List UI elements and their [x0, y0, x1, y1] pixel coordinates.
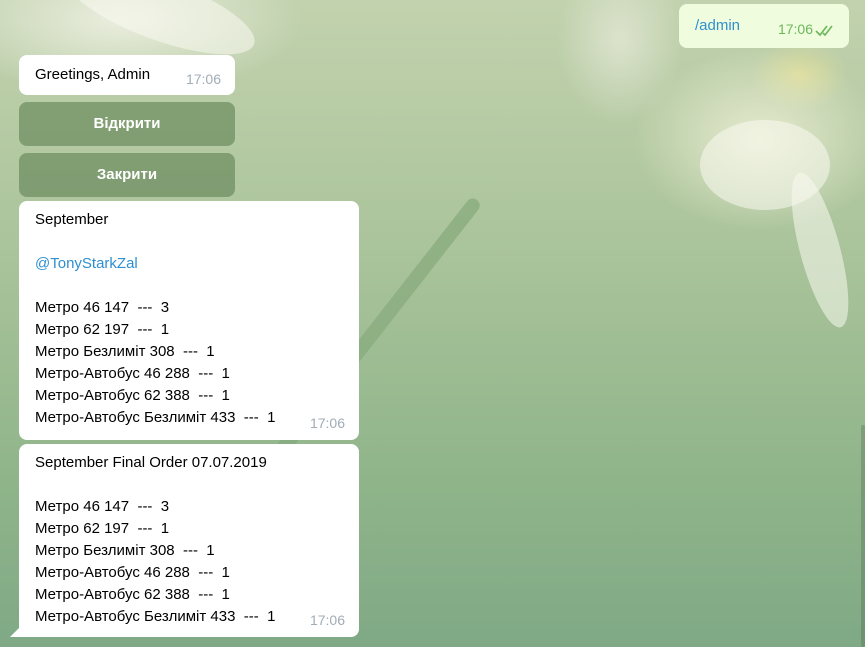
final-order-line: Метро-Автобус Безлиміт 433 --- 1 [35, 608, 276, 625]
report-line: Метро 46 147 --- 3 [35, 299, 170, 316]
report-line: Метро-Автобус Безлиміт 433 --- 1 [35, 409, 276, 426]
greeting-message-time: 17:06 [185, 71, 221, 87]
final-order-title: September Final Order 07.07.2019 [35, 454, 267, 471]
mention-link[interactable]: @TonyStarkZal [35, 253, 343, 275]
bubble-tail [10, 627, 20, 637]
chat-scrollbar[interactable] [861, 425, 865, 647]
outgoing-message-time: 17:06 [777, 21, 813, 37]
final-order-message[interactable]: September Final Order 07.07.2019 Метро 4… [19, 444, 359, 637]
close-button[interactable]: Закрити [19, 153, 235, 197]
final-order-message-time: 17:06 [309, 612, 345, 628]
report-title: September [35, 211, 109, 228]
report-line: Метро-Автобус 46 288 --- 1 [35, 365, 230, 382]
report-message[interactable]: September @TonyStarkZal Метро 46 147 ---… [19, 201, 359, 440]
report-line: Метро Безлиміт 308 --- 1 [35, 343, 215, 360]
report-line: Метро 62 197 --- 1 [35, 321, 170, 338]
final-order-line: Метро Безлиміт 308 --- 1 [35, 542, 215, 559]
final-order-line: Метро-Автобус 62 388 --- 1 [35, 586, 230, 603]
chat-area: /admin 17:06 Greetings, Admin 17:06 Відк… [0, 0, 865, 647]
outgoing-message[interactable]: /admin 17:06 [679, 4, 849, 48]
wallpaper-petal [779, 167, 861, 333]
greeting-message[interactable]: Greetings, Admin 17:06 [19, 55, 235, 95]
report-message-time: 17:06 [309, 415, 345, 431]
final-order-line: Метро-Автобус 46 288 --- 1 [35, 564, 230, 581]
report-line: Метро-Автобус 62 388 --- 1 [35, 387, 230, 404]
final-order-line: Метро 46 147 --- 3 [35, 498, 170, 515]
double-check-icon [815, 25, 833, 37]
open-button[interactable]: Відкрити [19, 102, 235, 146]
greeting-message-text: Greetings, Admin [35, 66, 151, 83]
outgoing-message-text[interactable]: /admin [695, 15, 740, 37]
final-order-line: Метро 62 197 --- 1 [35, 520, 170, 537]
